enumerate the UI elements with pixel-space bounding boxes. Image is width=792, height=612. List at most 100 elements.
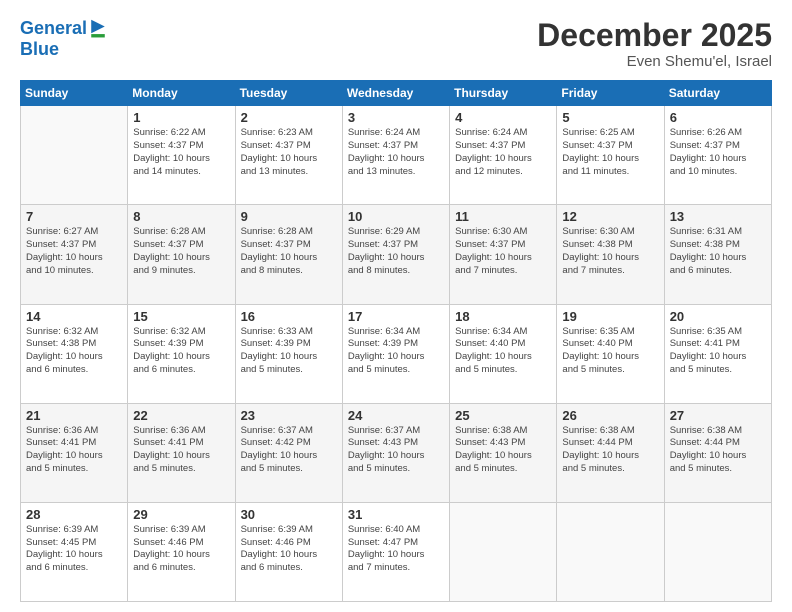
day-info: Sunrise: 6:31 AM Sunset: 4:38 PM Dayligh… — [670, 226, 766, 277]
calendar-day-cell — [21, 106, 128, 205]
calendar-day-cell: 26Sunrise: 6:38 AM Sunset: 4:44 PM Dayli… — [557, 403, 664, 502]
day-number: 15 — [133, 309, 229, 324]
day-info: Sunrise: 6:36 AM Sunset: 4:41 PM Dayligh… — [133, 425, 229, 476]
day-info: Sunrise: 6:34 AM Sunset: 4:39 PM Dayligh… — [348, 326, 444, 377]
calendar-day-header: Wednesday — [342, 81, 449, 106]
day-info: Sunrise: 6:39 AM Sunset: 4:46 PM Dayligh… — [241, 524, 337, 575]
day-info: Sunrise: 6:35 AM Sunset: 4:40 PM Dayligh… — [562, 326, 658, 377]
calendar-day-cell: 29 Sunrise: 6:39 AM Sunset: 4:46 PM Dayli… — [128, 502, 235, 601]
day-number: 8 — [133, 209, 229, 224]
day-number: 21 — [26, 408, 122, 423]
day-info: Sunrise: 6:24 AM Sunset: 4:37 PM Dayligh… — [455, 127, 551, 178]
day-number: 30 — [241, 507, 337, 522]
day-number: 6 — [670, 110, 766, 125]
page: General Blue December 2025 Even Shemu'el… — [0, 0, 792, 612]
day-number: 1 — [133, 110, 229, 125]
day-info: Sunrise: 6:32 AM Sunset: 4:38 PM Dayligh… — [26, 326, 122, 377]
day-info: Sunrise: 6:39 AM Sunset: 4:46 PM Dayligh… — [133, 524, 229, 575]
calendar-day-cell: 27Sunrise: 6:38 AM Sunset: 4:44 PM Dayli… — [664, 403, 771, 502]
calendar-day-cell: 18 Sunrise: 6:34 AM Sunset: 4:40 PM Dayli… — [450, 304, 557, 403]
calendar-day-cell: 4 Sunrise: 6:24 AM Sunset: 4:37 PM Daylig… — [450, 106, 557, 205]
day-info: Sunrise: 6:32 AM Sunset: 4:39 PM Dayligh… — [133, 326, 229, 377]
day-info: Sunrise: 6:23 AM Sunset: 4:37 PM Dayligh… — [241, 127, 337, 178]
calendar-day-header: Saturday — [664, 81, 771, 106]
calendar-day-cell: 12Sunrise: 6:30 AM Sunset: 4:38 PM Dayli… — [557, 205, 664, 304]
day-info: Sunrise: 6:26 AM Sunset: 4:37 PM Dayligh… — [670, 127, 766, 178]
day-number: 9 — [241, 209, 337, 224]
day-info: Sunrise: 6:30 AM Sunset: 4:37 PM Dayligh… — [455, 226, 551, 277]
calendar-day-cell: 7 Sunrise: 6:27 AM Sunset: 4:37 PM Daylig… — [21, 205, 128, 304]
day-info: Sunrise: 6:22 AM Sunset: 4:37 PM Dayligh… — [133, 127, 229, 178]
day-info: Sunrise: 6:29 AM Sunset: 4:37 PM Dayligh… — [348, 226, 444, 277]
calendar-header-row: SundayMondayTuesdayWednesdayThursdayFrid… — [21, 81, 772, 106]
day-info: Sunrise: 6:27 AM Sunset: 4:37 PM Dayligh… — [26, 226, 122, 277]
calendar-day-cell: 15 Sunrise: 6:32 AM Sunset: 4:39 PM Dayli… — [128, 304, 235, 403]
day-info: Sunrise: 6:24 AM Sunset: 4:37 PM Dayligh… — [348, 127, 444, 178]
calendar-day-cell: 6 Sunrise: 6:26 AM Sunset: 4:37 PM Daylig… — [664, 106, 771, 205]
day-number: 20 — [670, 309, 766, 324]
logo-text-line1: General — [20, 19, 87, 39]
main-title: December 2025 — [537, 18, 772, 53]
day-number: 4 — [455, 110, 551, 125]
calendar-day-cell: 8 Sunrise: 6:28 AM Sunset: 4:37 PM Daylig… — [128, 205, 235, 304]
day-info: Sunrise: 6:33 AM Sunset: 4:39 PM Dayligh… — [241, 326, 337, 377]
day-number: 22 — [133, 408, 229, 423]
day-number: 16 — [241, 309, 337, 324]
day-number: 7 — [26, 209, 122, 224]
day-info: Sunrise: 6:28 AM Sunset: 4:37 PM Dayligh… — [241, 226, 337, 277]
calendar-day-cell: 16 Sunrise: 6:33 AM Sunset: 4:39 PM Dayli… — [235, 304, 342, 403]
calendar-day-cell: 13 Sunrise: 6:31 AM Sunset: 4:38 PM Dayli… — [664, 205, 771, 304]
calendar-day-cell — [664, 502, 771, 601]
day-info: Sunrise: 6:25 AM Sunset: 4:37 PM Dayligh… — [562, 127, 658, 178]
day-number: 19 — [562, 309, 658, 324]
calendar-day-cell: 31 Sunrise: 6:40 AM Sunset: 4:47 PM Dayli… — [342, 502, 449, 601]
calendar-table: SundayMondayTuesdayWednesdayThursdayFrid… — [20, 80, 772, 602]
day-number: 31 — [348, 507, 444, 522]
calendar-day-header: Tuesday — [235, 81, 342, 106]
day-number: 5 — [562, 110, 658, 125]
calendar-day-header: Thursday — [450, 81, 557, 106]
day-info: Sunrise: 6:40 AM Sunset: 4:47 PM Dayligh… — [348, 524, 444, 575]
calendar-day-cell: 21 Sunrise: 6:36 AM Sunset: 4:41 PM Dayli… — [21, 403, 128, 502]
calendar-day-cell: 30 Sunrise: 6:39 AM Sunset: 4:46 PM Dayli… — [235, 502, 342, 601]
logo-icon — [89, 18, 107, 40]
day-info: Sunrise: 6:28 AM Sunset: 4:37 PM Dayligh… — [133, 226, 229, 277]
calendar-day-cell: 17 Sunrise: 6:34 AM Sunset: 4:39 PM Dayli… — [342, 304, 449, 403]
calendar-day-cell: 23 Sunrise: 6:37 AM Sunset: 4:42 PM Dayli… — [235, 403, 342, 502]
day-number: 17 — [348, 309, 444, 324]
day-number: 29 — [133, 507, 229, 522]
day-number: 27 — [670, 408, 766, 423]
calendar-day-header: Sunday — [21, 81, 128, 106]
calendar-day-cell — [450, 502, 557, 601]
day-number: 11 — [455, 209, 551, 224]
day-number: 24 — [348, 408, 444, 423]
day-info: Sunrise: 6:36 AM Sunset: 4:41 PM Dayligh… — [26, 425, 122, 476]
calendar-day-cell: 14 Sunrise: 6:32 AM Sunset: 4:38 PM Dayli… — [21, 304, 128, 403]
day-number: 28 — [26, 507, 122, 522]
calendar-week-row: 21 Sunrise: 6:36 AM Sunset: 4:41 PM Dayli… — [21, 403, 772, 502]
day-number: 3 — [348, 110, 444, 125]
day-number: 13 — [670, 209, 766, 224]
calendar-day-cell: 10Sunrise: 6:29 AM Sunset: 4:37 PM Dayli… — [342, 205, 449, 304]
calendar-week-row: 28 Sunrise: 6:39 AM Sunset: 4:45 PM Dayli… — [21, 502, 772, 601]
day-info: Sunrise: 6:35 AM Sunset: 4:41 PM Dayligh… — [670, 326, 766, 377]
calendar-day-cell: 5 Sunrise: 6:25 AM Sunset: 4:37 PM Daylig… — [557, 106, 664, 205]
subtitle: Even Shemu'el, Israel — [537, 53, 772, 70]
calendar-day-cell: 11 Sunrise: 6:30 AM Sunset: 4:37 PM Dayli… — [450, 205, 557, 304]
calendar-day-cell: 24Sunrise: 6:37 AM Sunset: 4:43 PM Dayli… — [342, 403, 449, 502]
calendar-day-cell: 3 Sunrise: 6:24 AM Sunset: 4:37 PM Daylig… — [342, 106, 449, 205]
calendar-day-cell: 9 Sunrise: 6:28 AM Sunset: 4:37 PM Daylig… — [235, 205, 342, 304]
calendar-day-header: Friday — [557, 81, 664, 106]
day-info: Sunrise: 6:34 AM Sunset: 4:40 PM Dayligh… — [455, 326, 551, 377]
day-info: Sunrise: 6:38 AM Sunset: 4:44 PM Dayligh… — [562, 425, 658, 476]
day-info: Sunrise: 6:39 AM Sunset: 4:45 PM Dayligh… — [26, 524, 122, 575]
calendar-week-row: 1 Sunrise: 6:22 AM Sunset: 4:37 PM Daylig… — [21, 106, 772, 205]
day-info: Sunrise: 6:37 AM Sunset: 4:42 PM Dayligh… — [241, 425, 337, 476]
calendar-day-cell: 20 Sunrise: 6:35 AM Sunset: 4:41 PM Dayli… — [664, 304, 771, 403]
day-number: 18 — [455, 309, 551, 324]
day-number: 25 — [455, 408, 551, 423]
calendar-day-cell: 1 Sunrise: 6:22 AM Sunset: 4:37 PM Daylig… — [128, 106, 235, 205]
calendar-day-cell: 22 Sunrise: 6:36 AM Sunset: 4:41 PM Dayli… — [128, 403, 235, 502]
day-number: 14 — [26, 309, 122, 324]
day-number: 23 — [241, 408, 337, 423]
